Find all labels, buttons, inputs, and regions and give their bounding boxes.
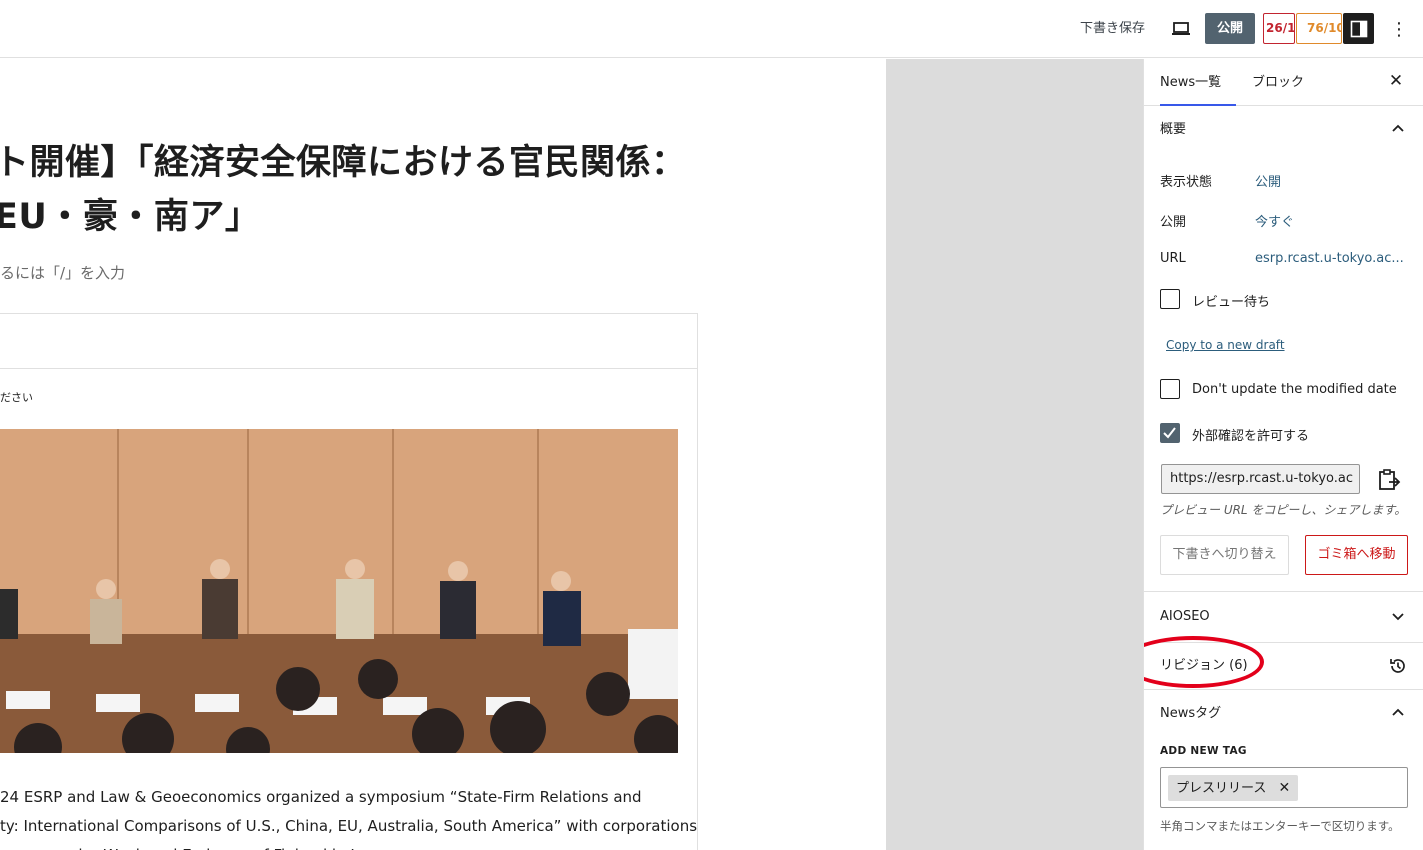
readability-score-badge[interactable]: 76/100	[1296, 13, 1342, 44]
panel-photo	[0, 429, 678, 753]
dont-update-modified-label: Don't update the modified date	[1192, 382, 1397, 397]
divider	[1144, 591, 1423, 592]
summary-panel-header[interactable]: 概要	[1144, 106, 1423, 154]
add-new-tag-label: ADD NEW TAG	[1160, 745, 1247, 757]
dont-update-modified-checkbox[interactable]	[1160, 379, 1180, 399]
publish-date-value[interactable]: 今すぐ	[1255, 211, 1294, 230]
seo-score-badge[interactable]: 26/100	[1263, 13, 1295, 44]
block-toolbar-row	[0, 314, 697, 369]
publish-label: 公開	[1160, 215, 1187, 230]
allow-external-preview-label: 外部確認を許可する	[1192, 429, 1310, 444]
laptop-icon	[1172, 22, 1190, 35]
url-value[interactable]: esrp.rcast.u-tokyo.ac...	[1255, 251, 1404, 266]
settings-sidebar: News一覧 ブロック ✕ 概要 表示状態 公開 公開 今すぐ URL esrp…	[1143, 59, 1423, 850]
more-options-button[interactable]: ⋮	[1388, 16, 1410, 42]
tag-help-text: 半角コンマまたはエンターキーで区切ります。	[1160, 819, 1400, 833]
review-pending-label: レビュー待ち	[1192, 295, 1271, 310]
chevron-down-icon	[1392, 613, 1404, 621]
preview-button[interactable]	[1168, 16, 1194, 42]
review-pending-checkbox[interactable]	[1160, 289, 1180, 309]
close-icon[interactable]: ✕	[1386, 71, 1406, 91]
news-tags-panel-header[interactable]: Newsタグ	[1144, 690, 1423, 738]
chevron-up-icon	[1392, 124, 1404, 132]
body-line-1: 24 ESRP and Law & Geoeconomics organized…	[0, 788, 642, 806]
visibility-label: 表示状態	[1160, 175, 1213, 190]
summary-panel-title: 概要	[1160, 122, 1187, 137]
body-line-3: eoeconomics Week and Embassy of Finland …	[0, 841, 700, 850]
post-title[interactable]: ト開催】「経済安全保障における官民関係： EU・豪・南ア」	[0, 136, 714, 244]
editor-canvas: ト開催】「経済安全保障における官民関係： EU・豪・南ア」 るには「/」を入力 …	[0, 59, 886, 850]
settings-sidebar-toggle[interactable]	[1343, 13, 1374, 44]
editor-canvas-margin	[886, 59, 1143, 850]
preview-url-field[interactable]: https://esrp.rcast.u-tokyo.ac	[1161, 464, 1360, 494]
tab-block[interactable]: ブロック	[1252, 59, 1304, 106]
move-to-trash-button[interactable]: ゴミ箱へ移動	[1305, 535, 1408, 575]
save-draft-button[interactable]: 下書き保存	[1072, 17, 1153, 41]
post-body-paragraph[interactable]: 24 ESRP and Law & Geoeconomics organized…	[0, 783, 700, 850]
publish-button[interactable]: 公開	[1205, 13, 1255, 44]
chevron-up-icon	[1392, 708, 1404, 716]
body-line-2: ty: International Comparisons of U.S., C…	[0, 817, 698, 835]
switch-to-draft-button[interactable]: 下書きへ切り替え	[1160, 535, 1289, 575]
copy-to-new-draft-link[interactable]: Copy to a new draft	[1166, 338, 1285, 352]
block-appender-hint[interactable]: るには「/」を入力	[0, 262, 125, 283]
aioseo-panel-header[interactable]: AIOSEO	[1144, 593, 1423, 641]
post-title-line-1: ト開催】「経済安全保障における官民関係：	[0, 143, 687, 183]
block-note: ださい	[0, 391, 33, 404]
tag-chip: プレスリリース ✕	[1168, 775, 1299, 801]
visibility-value[interactable]: 公開	[1255, 171, 1281, 190]
top-toolbar: 下書き保存 公開 26/100 76/100 ⋮	[0, 0, 1423, 58]
url-label: URL	[1160, 251, 1186, 266]
tag-input[interactable]: プレスリリース ✕	[1160, 767, 1408, 808]
symposium-photo[interactable]	[0, 429, 678, 753]
tab-news-list[interactable]: News一覧	[1160, 59, 1236, 106]
news-tags-title: Newsタグ	[1160, 706, 1222, 721]
history-icon	[1390, 659, 1405, 673]
clipboard-copy-icon[interactable]	[1376, 467, 1402, 493]
allow-external-preview-checkbox[interactable]	[1160, 423, 1180, 443]
preview-url-hint: プレビュー URL をコピーし、シェアします。	[1160, 503, 1407, 517]
post-title-line-2: EU・豪・南ア」	[0, 197, 261, 237]
tag-chip-label: プレスリリース	[1176, 781, 1267, 796]
sidebar-tabs: News一覧 ブロック ✕	[1144, 59, 1423, 106]
aioseo-panel-title: AIOSEO	[1160, 609, 1210, 624]
checkmark-icon	[1163, 427, 1176, 439]
remove-tag-icon[interactable]: ✕	[1279, 780, 1291, 796]
sidebar-toggle-icon	[1350, 20, 1367, 37]
